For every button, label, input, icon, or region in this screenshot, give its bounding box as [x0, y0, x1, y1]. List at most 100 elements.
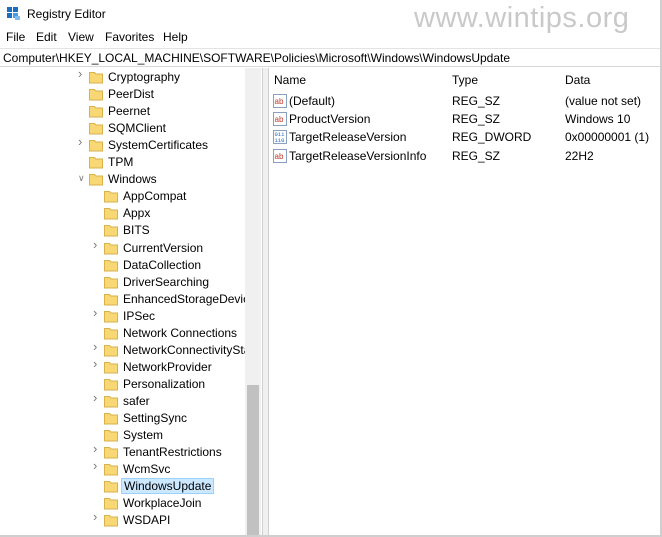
folder-icon	[104, 445, 118, 459]
tree-node-label[interactable]: AppCompat	[121, 189, 188, 203]
tree-node-currentversion[interactable]: › CurrentVersion	[0, 238, 262, 257]
value-type: REG_DWORD	[452, 130, 532, 145]
tree-node-label[interactable]: WcmSvc	[121, 462, 172, 476]
value-row[interactable]: 011 110 TargetReleaseVersion REG_DWORD 0x000…	[268, 129, 662, 146]
tree-scrollbar-thumb[interactable]	[247, 385, 259, 537]
tree-node-label[interactable]: DataCollection	[121, 258, 203, 272]
tree-node-label[interactable]: NetworkProvider	[121, 360, 214, 374]
folder-icon	[89, 155, 103, 169]
tree-node-windowsupdate[interactable]: WindowsUpdate	[0, 478, 262, 495]
tree-node-workplacejoin[interactable]: WorkplaceJoin	[0, 495, 262, 512]
tree-node-personalization[interactable]: Personalization	[0, 376, 262, 393]
value-row[interactable]: ab ProductVersion REG_SZ Windows 10	[268, 111, 662, 128]
tree-node-label[interactable]: safer	[121, 394, 152, 408]
value-row[interactable]: ab (Default) REG_SZ (value not set)	[268, 93, 662, 110]
tree-node-datacollection[interactable]: DataCollection	[0, 257, 262, 274]
tree-node-ipsec[interactable]: › IPSec	[0, 306, 262, 325]
tree-node-system[interactable]: System	[0, 427, 262, 444]
menu-edit[interactable]: Edit	[36, 30, 57, 44]
chevron-right-icon[interactable]: ›	[93, 391, 102, 404]
menu-bar: File Edit View Favorites Help	[0, 28, 662, 47]
column-header-name[interactable]: Name	[274, 73, 306, 87]
tree-node-bits[interactable]: BITS	[0, 222, 262, 239]
chevron-right-icon[interactable]: ›	[93, 459, 102, 472]
tree-node-safer[interactable]: › safer	[0, 391, 262, 410]
tree-node-label[interactable]: NetworkConnectivitySta	[121, 343, 252, 357]
chevron-right-icon[interactable]: ›	[93, 306, 102, 319]
tree-node-label[interactable]: Windows	[106, 172, 159, 186]
svg-text:ab: ab	[275, 152, 284, 161]
dword-value-icon: 011 110	[273, 130, 287, 145]
string-value-icon: ab	[273, 94, 287, 108]
column-header-data[interactable]: Data	[565, 73, 590, 87]
tree-node-tpm[interactable]: TPM	[0, 154, 262, 171]
tree-node-wcmsvc[interactable]: › WcmSvc	[0, 459, 262, 478]
value-type: REG_SZ	[452, 94, 501, 108]
tree-node-label[interactable]: Cryptography	[106, 70, 182, 84]
address-path[interactable]: Computer\HKEY_LOCAL_MACHINE\SOFTWARE\Pol…	[3, 51, 510, 65]
chevron-down-icon[interactable]: ∨	[78, 174, 87, 183]
tree-node-peernet[interactable]: Peernet	[0, 103, 262, 120]
tree-node-label[interactable]: Network Connections	[121, 326, 239, 340]
tree-node-label[interactable]: BITS	[121, 223, 152, 237]
tree-node-networkconnectivitysta[interactable]: › NetworkConnectivitySta	[0, 340, 262, 359]
value-name: (Default)	[289, 94, 336, 108]
chevron-right-icon[interactable]: ›	[93, 442, 102, 455]
folder-icon	[104, 496, 118, 510]
tree-node-label[interactable]: System	[121, 428, 165, 442]
tree-node-appcompat[interactable]: AppCompat	[0, 188, 262, 205]
tree-node-label[interactable]: SQMClient	[106, 121, 168, 135]
chevron-right-icon[interactable]: ›	[78, 68, 87, 80]
value-name: TargetReleaseVersion	[289, 130, 407, 145]
tree-node-peerdist[interactable]: PeerDist	[0, 86, 262, 103]
address-bar[interactable]: Computer\HKEY_LOCAL_MACHINE\SOFTWARE\Pol…	[0, 48, 660, 67]
tree-node-cryptography[interactable]: › Cryptography	[0, 68, 262, 86]
chevron-right-icon[interactable]: ›	[78, 135, 87, 148]
menu-view[interactable]: View	[68, 30, 94, 44]
title-bar: Registry Editor www.wintips.org	[0, 0, 662, 34]
tree-node-label[interactable]: TenantRestrictions	[121, 445, 224, 459]
tree-node-label[interactable]: SettingSync	[121, 411, 189, 425]
tree-node-network-connections[interactable]: Network Connections	[0, 325, 262, 342]
tree-node-appx[interactable]: Appx	[0, 205, 262, 222]
tree-node-label[interactable]: DriverSearching	[121, 275, 211, 289]
chevron-right-icon[interactable]: ›	[93, 238, 102, 251]
chevron-right-icon[interactable]: ›	[93, 510, 102, 523]
tree-node-sqmclient[interactable]: SQMClient	[0, 120, 262, 137]
tree-node-label[interactable]: Personalization	[121, 377, 207, 391]
tree-node-label[interactable]: WindowsUpdate	[121, 478, 215, 495]
tree-node-windows[interactable]: ∨ Windows	[0, 171, 262, 188]
column-header-type[interactable]: Type	[452, 73, 478, 87]
folder-icon	[104, 462, 118, 476]
tree-node-wsdapi[interactable]: › WSDAPI	[0, 510, 262, 529]
tree-node-label[interactable]: PeerDist	[106, 87, 156, 101]
tree-node-label[interactable]: WorkplaceJoin	[121, 496, 203, 510]
tree-node-enhancedstoragedevice[interactable]: EnhancedStorageDevice	[0, 291, 262, 308]
tree-node-label[interactable]: EnhancedStorageDevice	[121, 292, 258, 306]
menu-file[interactable]: File	[6, 30, 25, 44]
tree-node-label[interactable]: Peernet	[106, 104, 152, 118]
menu-favorites[interactable]: Favorites	[105, 30, 154, 44]
tree-node-label[interactable]: CurrentVersion	[121, 241, 205, 255]
tree-node-label[interactable]: Appx	[121, 206, 152, 220]
svg-text:ab: ab	[275, 97, 284, 106]
tree-node-label[interactable]: TPM	[106, 155, 135, 169]
folder-icon	[89, 70, 103, 84]
value-row[interactable]: ab TargetReleaseVersionInfo REG_SZ 22H2	[268, 148, 662, 165]
chevron-right-icon[interactable]: ›	[93, 340, 102, 353]
tree-node-driversearching[interactable]: DriverSearching	[0, 274, 262, 291]
tree-node-settingsync[interactable]: SettingSync	[0, 410, 262, 427]
tree-node-label[interactable]: WSDAPI	[121, 513, 172, 527]
tree-node-tenantrestrictions[interactable]: › TenantRestrictions	[0, 442, 262, 461]
folder-icon	[104, 394, 118, 408]
menu-help[interactable]: Help	[163, 30, 188, 44]
registry-tree[interactable]: › Cryptography PeerDist Peernet SQMClient › Sy…	[0, 68, 262, 537]
tree-node-systemcertificates[interactable]: › SystemCertificates	[0, 135, 262, 154]
values-list[interactable]: Name Type Data ab (Default) REG_SZ (value n…	[268, 68, 662, 537]
folder-icon	[104, 343, 118, 357]
tree-node-label[interactable]: IPSec	[121, 309, 157, 323]
tree-node-label[interactable]: SystemCertificates	[106, 138, 210, 152]
folder-icon	[104, 223, 118, 237]
chevron-right-icon[interactable]: ›	[93, 357, 102, 370]
tree-node-networkprovider[interactable]: › NetworkProvider	[0, 357, 262, 376]
